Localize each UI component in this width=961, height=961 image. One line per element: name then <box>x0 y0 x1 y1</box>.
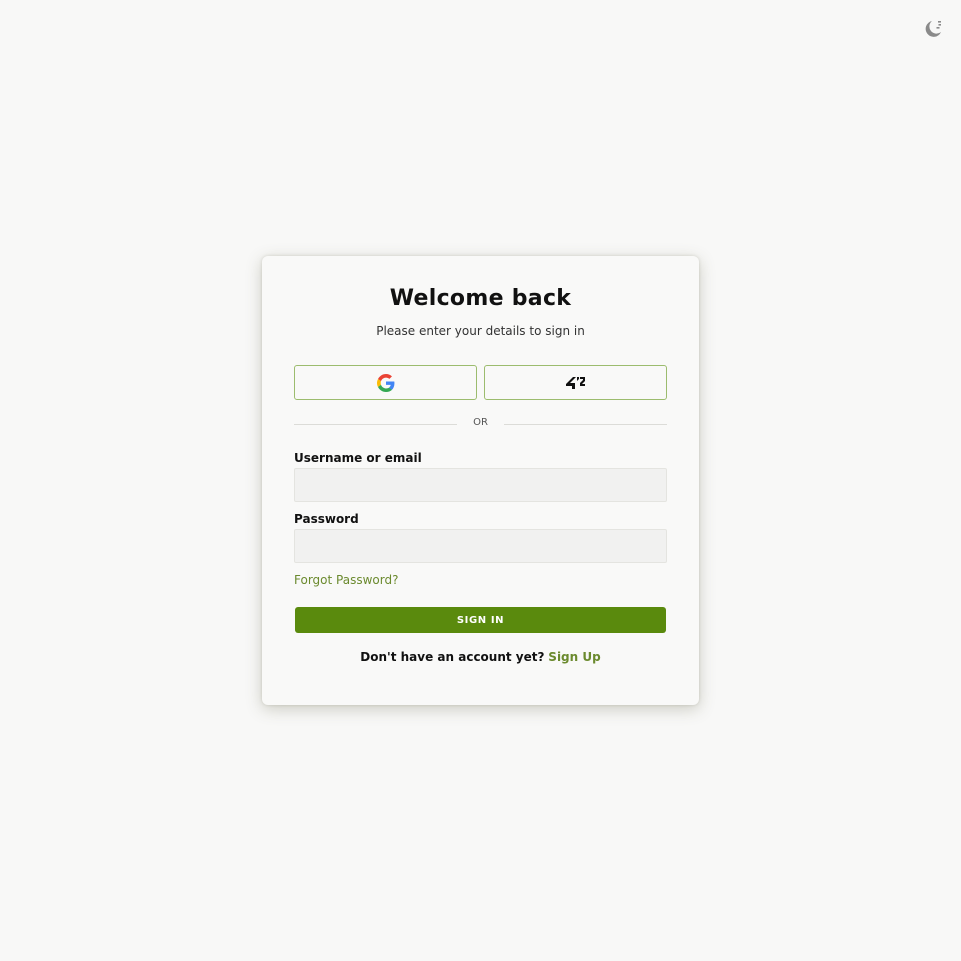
sign-up-link[interactable]: Sign Up <box>548 650 600 664</box>
sign-in-button[interactable]: SIGN IN <box>295 607 666 633</box>
password-input[interactable] <box>294 529 667 563</box>
signup-row: Don't have an account yet? Sign Up <box>262 650 699 664</box>
theme-toggle-button[interactable] <box>922 18 944 40</box>
username-label: Username or email <box>294 451 422 465</box>
username-input[interactable] <box>294 468 667 502</box>
page-subtitle: Please enter your details to sign in <box>376 324 585 338</box>
forgot-password-link[interactable]: Forgot Password? <box>294 573 398 587</box>
moon-stars-icon <box>925 21 941 37</box>
divider-line-right <box>504 424 667 425</box>
google-icon <box>376 373 394 392</box>
42-signin-button[interactable] <box>484 365 667 400</box>
42-logo-icon <box>565 376 585 389</box>
login-card: Welcome back Please enter your details t… <box>262 256 699 705</box>
google-signin-button[interactable] <box>294 365 477 400</box>
signup-prompt: Don't have an account yet? <box>360 650 545 664</box>
divider-line-left <box>294 424 457 425</box>
divider-text: OR <box>473 417 488 428</box>
password-label: Password <box>294 512 359 526</box>
page-title: Welcome back <box>389 286 572 311</box>
